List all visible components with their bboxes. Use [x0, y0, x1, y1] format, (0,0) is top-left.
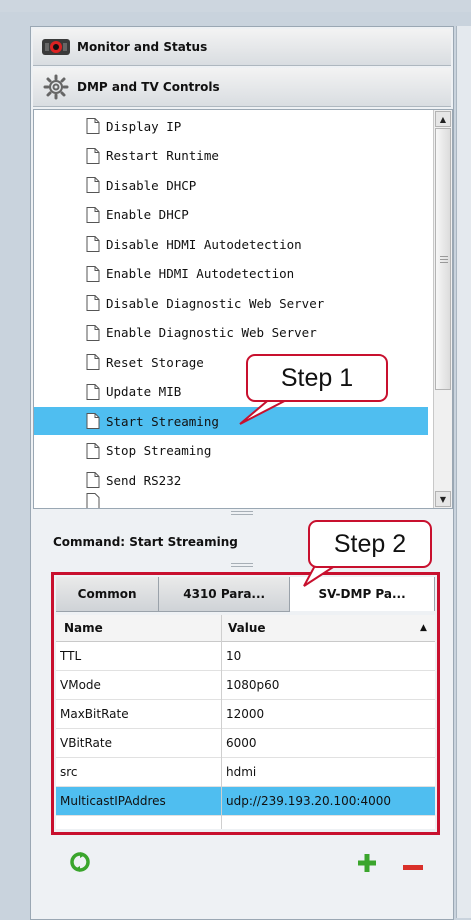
list-item[interactable]: Enable DHCP	[34, 201, 428, 229]
document-icon	[86, 206, 100, 223]
list-item-label: Display IP	[106, 118, 182, 134]
right-pane-edge	[456, 26, 471, 918]
list-item-label: Disable DHCP	[106, 177, 197, 193]
column-header-name[interactable]: Name	[64, 621, 103, 635]
parameters-grid: Name Value ▲ TTL 10 VMode 1080p60 MaxBitRate…	[56, 615, 435, 829]
list-item[interactable]: Enable HDMI Autodetection	[34, 260, 428, 288]
list-item[interactable]: Restart Runtime	[34, 142, 428, 170]
document-icon	[86, 413, 100, 429]
table-row[interactable]: TTL 10	[56, 642, 435, 671]
list-item-label: Disable Diagnostic Web Server	[106, 295, 325, 311]
list-item[interactable]: Disable Diagnostic Web Server	[34, 289, 428, 317]
monitor-icon	[41, 36, 71, 58]
document-icon	[86, 265, 100, 282]
window-top-strip	[0, 0, 471, 12]
param-value-cell[interactable]: udp://239.193.20.100:4000	[226, 794, 391, 808]
document-icon	[86, 177, 100, 193]
list-item[interactable]: Display IP	[34, 112, 428, 140]
splitter-handle-top[interactable]	[231, 511, 253, 512]
gear-icon	[41, 74, 71, 100]
list-item-label: Stop Streaming	[106, 443, 212, 458]
tab-common[interactable]: Common	[56, 577, 160, 612]
splitter-handle-mid-line[interactable]	[231, 566, 253, 567]
document-icon	[86, 493, 100, 508]
step-2-callout: Step 2	[308, 520, 432, 568]
param-value-cell[interactable]: 12000	[226, 707, 264, 721]
table-row[interactable]: VBitRate 6000	[56, 729, 435, 758]
scroll-thumb[interactable]	[435, 128, 451, 390]
list-item[interactable]: Disable HDMI Autodetection	[34, 230, 428, 258]
command-list-scrollbar[interactable]: ▲ ▼	[433, 110, 452, 508]
refresh-icon[interactable]	[69, 851, 91, 877]
param-name-cell: MaxBitRate	[60, 707, 129, 721]
grid-header: Name Value ▲	[56, 615, 435, 642]
param-value-cell[interactable]: 6000	[226, 736, 257, 750]
column-header-value[interactable]: Value	[228, 621, 266, 635]
commands-panel: Monitor and Status DMP and TV Controls D…	[30, 26, 454, 920]
accordion-dmp-and-tv-controls[interactable]: DMP and TV Controls	[33, 68, 451, 107]
document-icon	[86, 442, 100, 459]
list-item-label: Disable HDMI Autodetection	[106, 236, 302, 252]
table-row[interactable]: VMode 1080p60	[56, 671, 435, 700]
table-row[interactable]: MaxBitRate 12000	[56, 700, 435, 729]
document-icon	[86, 147, 100, 164]
command-list: Display IP Restart Runtime Disable DHCP Ena…	[33, 109, 453, 509]
accordion-monitor-and-status[interactable]: Monitor and Status	[33, 29, 451, 66]
scroll-up-button[interactable]: ▲	[435, 111, 451, 127]
param-value-cell[interactable]: 1080p60	[226, 678, 279, 692]
param-name-cell: VBitRate	[60, 736, 112, 750]
list-item-partial[interactable]	[34, 484, 428, 508]
param-name-cell: src	[60, 765, 78, 779]
splitter-handle-top-line[interactable]	[231, 514, 253, 515]
list-item-label: Restart Runtime	[106, 148, 219, 163]
column-divider	[221, 615, 222, 829]
list-item-label: Reset Storage	[106, 354, 204, 370]
splitter-handle-mid[interactable]	[231, 563, 253, 564]
document-icon	[86, 354, 100, 370]
document-icon	[86, 324, 100, 341]
list-item-label: Start Streaming	[106, 413, 219, 429]
step-1-callout: Step 1	[246, 354, 388, 402]
add-icon[interactable]	[357, 853, 377, 877]
document-icon	[86, 118, 100, 134]
list-item[interactable]: Stop Streaming	[34, 437, 428, 465]
param-value-cell[interactable]: hdmi	[226, 765, 256, 779]
accordion-monitor-label: Monitor and Status	[77, 40, 208, 54]
table-row[interactable]: src hdmi	[56, 758, 435, 787]
list-item[interactable]: Disable DHCP	[34, 171, 428, 199]
param-name-cell: VMode	[60, 678, 101, 692]
accordion-dmp-label: DMP and TV Controls	[77, 80, 220, 94]
remove-icon[interactable]	[403, 860, 423, 875]
list-item-label: Update MIB	[106, 384, 182, 399]
document-icon	[86, 383, 100, 400]
list-item[interactable]: Enable Diagnostic Web Server	[34, 319, 428, 347]
document-icon	[86, 236, 100, 252]
table-row[interactable]: MulticastIPAddres udp://239.193.20.100:40…	[56, 787, 435, 816]
param-value-cell[interactable]: 10	[226, 649, 241, 663]
command-section-title: Command: Start Streaming	[53, 535, 238, 549]
list-item-label: Enable HDMI Autodetection	[106, 266, 295, 281]
param-name-cell: MulticastIPAddres	[60, 794, 166, 808]
scroll-down-button[interactable]: ▼	[435, 491, 451, 507]
sort-ascending-icon[interactable]: ▲	[420, 623, 427, 633]
tab-4310-parameters[interactable]: 4310 Para...	[159, 577, 291, 612]
list-item-label: Enable Diagnostic Web Server	[106, 325, 317, 340]
param-name-cell: TTL	[60, 649, 82, 663]
document-icon	[86, 295, 100, 311]
list-item-label: Enable DHCP	[106, 207, 189, 222]
